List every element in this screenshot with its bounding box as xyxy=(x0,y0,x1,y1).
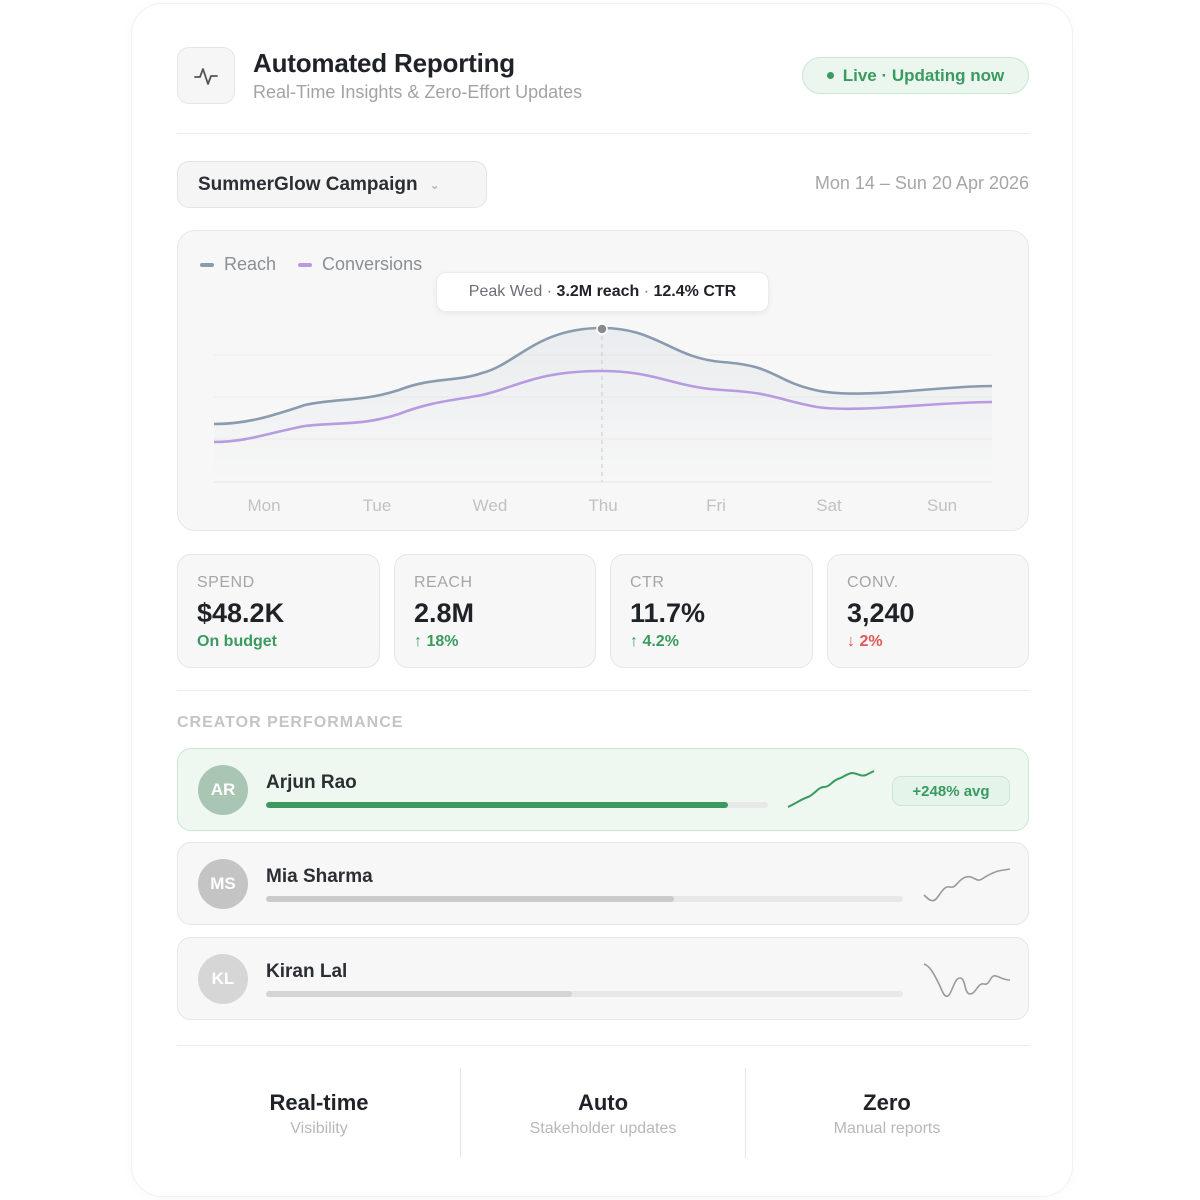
x-tick-label: Thu xyxy=(588,496,618,515)
kpi-value: 11.7% xyxy=(630,598,706,628)
sparkline xyxy=(787,770,875,808)
kpi-delta: ↑ 18% xyxy=(414,633,459,650)
progress-track xyxy=(266,802,768,808)
page-subtitle: Real-Time Insights & Zero-Effort Updates xyxy=(253,82,583,102)
reach-area xyxy=(214,328,992,482)
progress-fill xyxy=(266,802,728,808)
stat-value: Auto xyxy=(577,1090,629,1115)
kpi-value: 2.8M xyxy=(414,598,475,628)
creator-name: Kiran Lal xyxy=(266,961,348,982)
divider xyxy=(177,690,1029,691)
creator-row[interactable]: MS Mia Sharma xyxy=(177,842,1029,925)
campaign-select-label: SummerGlow Campaign xyxy=(198,173,418,195)
progress-track xyxy=(266,991,903,997)
sparkline xyxy=(923,963,1011,998)
tooltip-prefix: Peak Wed · xyxy=(468,283,553,300)
sparkline xyxy=(923,868,1011,902)
x-tick-label: Sat xyxy=(816,496,842,515)
stat-realtime: Real-time Visibility xyxy=(177,1068,461,1158)
live-dot-icon xyxy=(826,72,834,79)
kpi-label: CTR xyxy=(630,574,665,591)
campaign-select[interactable]: SummerGlow Campaign ⌄ xyxy=(177,161,487,208)
x-tick-label: Sun xyxy=(926,496,958,515)
kpi-label: REACH xyxy=(414,574,473,591)
creator-row[interactable]: AR Arjun Rao +248% avg xyxy=(177,748,1029,831)
x-tick-label: Fri xyxy=(706,496,726,515)
divider xyxy=(177,133,1029,134)
kpi-delta: ↓ 2% xyxy=(847,633,883,650)
date-range: Mon 14 – Sun 20 Apr 2026 xyxy=(814,173,1029,193)
tooltip-reach: 3.2M reach xyxy=(556,283,640,300)
stat-label: Stakeholder updates xyxy=(529,1120,677,1137)
divider xyxy=(177,1045,1029,1046)
x-tick-label: Wed xyxy=(472,496,508,515)
avatar: MS xyxy=(198,859,248,909)
tooltip-separator: · xyxy=(643,283,650,300)
stat-label: Manual reports xyxy=(833,1120,941,1137)
avatar: AR xyxy=(198,765,248,815)
kpi-label: SPEND xyxy=(197,574,255,591)
x-tick-label: Mon xyxy=(247,496,281,515)
stat-auto: Auto Stakeholder updates xyxy=(461,1068,745,1158)
page-title: Automated Reporting xyxy=(253,48,515,78)
tooltip-ctr: 12.4% CTR xyxy=(653,283,737,300)
live-status-text: Live · Updating now xyxy=(842,65,1005,85)
activity-pulse-icon xyxy=(194,67,218,85)
kpi-card-conversions[interactable]: CONV. 3,240 ↓ 2% xyxy=(827,554,1029,668)
section-title: CREATOR PERFORMANCE xyxy=(177,714,404,731)
performance-badge: +248% avg xyxy=(892,776,1010,806)
kpi-value: $48.2K xyxy=(197,598,285,628)
peak-point[interactable] xyxy=(596,323,608,335)
creator-name: Mia Sharma xyxy=(266,866,373,887)
x-tick-label: Tue xyxy=(362,496,392,515)
stat-label: Visibility xyxy=(290,1120,348,1137)
peak-tooltip: Peak Wed · 3.2M reach · 12.4% CTR xyxy=(436,272,769,312)
kpi-card-spend[interactable]: SPEND $48.2K On budget xyxy=(177,554,380,668)
creator-name: Arjun Rao xyxy=(266,772,357,793)
chevron-down-icon: ⌄ xyxy=(429,177,440,192)
progress-track xyxy=(266,896,903,902)
app-logo xyxy=(177,47,235,104)
kpi-delta: On budget xyxy=(197,633,277,650)
kpi-card-reach[interactable]: REACH 2.8M ↑ 18% xyxy=(394,554,596,668)
kpi-label: CONV. xyxy=(847,574,899,591)
kpi-card-ctr[interactable]: CTR 11.7% ↑ 4.2% xyxy=(610,554,813,668)
avatar: KL xyxy=(198,954,248,1004)
progress-fill xyxy=(266,991,572,997)
stat-zero: Zero Manual reports xyxy=(745,1068,1029,1158)
stat-value: Real-time xyxy=(269,1090,369,1115)
creator-row[interactable]: KL Kiran Lal xyxy=(177,937,1029,1020)
live-status-badge: Live · Updating now xyxy=(802,57,1029,94)
kpi-delta: ↑ 4.2% xyxy=(630,633,679,650)
kpi-value: 3,240 xyxy=(847,598,915,628)
progress-fill xyxy=(266,896,674,902)
stat-value: Zero xyxy=(863,1090,911,1115)
